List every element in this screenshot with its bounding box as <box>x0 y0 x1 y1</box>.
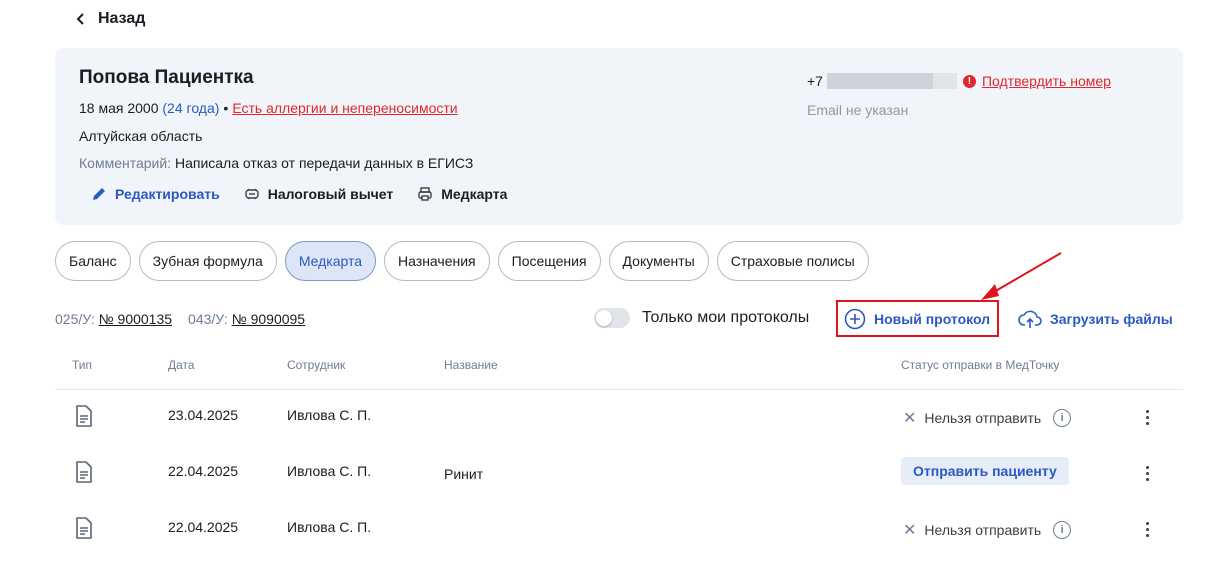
edit-button[interactable]: Редактировать <box>91 186 220 202</box>
phone-redacted <box>826 73 933 89</box>
row-employee: Ивлова С. П. <box>287 519 372 535</box>
row-menu-button[interactable] <box>1139 517 1155 541</box>
table-row[interactable]: 23.04.2025 Ивлова С. П. ✕ Нельзя отправи… <box>55 391 1183 447</box>
patient-card: Попова Пациентка 18 мая 2000 (24 года) • Е… <box>55 48 1183 225</box>
document-icon <box>76 461 92 483</box>
status-cannot-send: ✕ Нельзя отправить i <box>903 408 1072 428</box>
only-mine-label: Только мои протоколы <box>642 309 810 326</box>
header-status: Статус отправки в МедТочку <box>901 358 1060 372</box>
cloud-upload-icon <box>1018 310 1042 328</box>
confirm-phone-link[interactable]: Подтвердить номер <box>982 73 1111 89</box>
row-employee: Ивлова С. П. <box>287 407 372 423</box>
row-employee: Ивлова С. П. <box>287 463 372 479</box>
new-protocol-button[interactable]: Новый протокол <box>836 300 999 337</box>
document-icon <box>76 405 92 427</box>
row-menu-button[interactable] <box>1139 405 1155 429</box>
tab-visits[interactable]: Посещения <box>497 241 601 281</box>
upload-files-button[interactable]: Загрузить файлы <box>1018 308 1173 330</box>
tab-medcard[interactable]: Медкарта <box>284 241 377 281</box>
info-icon[interactable]: i <box>1053 521 1072 539</box>
card-actions: Редактировать Налоговый вычет Медкарта <box>91 186 531 202</box>
form-025-code: 025/У: <box>55 311 95 327</box>
header-date: Дата <box>168 358 195 372</box>
toggle-switch[interactable] <box>594 308 630 328</box>
phone-prefix: +7 <box>807 73 823 89</box>
send-to-patient-button[interactable]: Отправить пациенту <box>901 457 1069 485</box>
header-type: Тип <box>72 358 93 372</box>
row-menu-button[interactable] <box>1139 461 1155 485</box>
form-043-code: 043/У: <box>188 311 228 327</box>
print-medcard-button[interactable]: Медкарта <box>417 186 507 202</box>
medcard-numbers: 025/У: № 9000135 043/У: № 9090095 <box>55 311 305 327</box>
tab-documents[interactable]: Документы <box>608 241 709 281</box>
status-label: Нельзя отправить <box>924 522 1042 538</box>
info-icon[interactable]: i <box>1053 409 1072 427</box>
new-protocol-label: Новый протокол <box>874 310 991 327</box>
header-employee: Сотрудник <box>287 358 346 372</box>
close-icon: ✕ <box>903 522 917 539</box>
row-date: 22.04.2025 <box>168 463 239 479</box>
tab-dental-formula[interactable]: Зубная формула <box>138 241 277 281</box>
plus-circle-icon <box>844 308 866 329</box>
only-mine-toggle[interactable]: Только мои протоколы <box>594 308 809 328</box>
tab-bar: Баланс Зубная формула Медкарта Назначени… <box>55 241 869 281</box>
patient-name: Попова Пациентка <box>79 67 254 88</box>
patient-region: Алтуйская область <box>79 128 203 144</box>
tab-prescriptions[interactable]: Назначения <box>384 241 490 281</box>
pencil-icon <box>93 188 105 200</box>
close-icon: ✕ <box>903 410 917 427</box>
form-043-number[interactable]: № 9090095 <box>232 311 305 327</box>
tax-deduction-button[interactable]: Налоговый вычет <box>244 186 394 202</box>
row-date: 23.04.2025 <box>168 407 239 423</box>
email-status: Email не указан <box>807 102 909 118</box>
toggle-knob <box>596 310 612 326</box>
annotation-arrow <box>981 252 1062 300</box>
patient-comment: Комментарий: Написала отказ от передачи … <box>79 155 473 171</box>
patient-age: (24 года) <box>162 100 220 116</box>
phone-redacted-tail <box>932 73 957 89</box>
comment-text: Написала отказ от передачи данных в ЕГИС… <box>174 155 474 171</box>
header-name: Название <box>444 358 498 372</box>
chevron-left-icon <box>76 13 84 25</box>
status-label: Нельзя отправить <box>924 410 1042 426</box>
comment-label: Комментарий: <box>79 155 172 171</box>
tax-deduction-label: Налоговый вычет <box>267 186 394 202</box>
back-button[interactable]: Назад <box>74 10 145 28</box>
back-label: Назад <box>98 10 146 27</box>
print-medcard-label: Медкарта <box>441 186 508 202</box>
row-date: 22.04.2025 <box>168 519 239 535</box>
table-row[interactable]: 22.04.2025 Ивлова С. П. ✕ Нельзя отправи… <box>55 503 1183 559</box>
edit-label: Редактировать <box>115 186 220 202</box>
phone-row: +7 ! Подтвердить номер <box>807 73 1111 89</box>
upload-files-label: Загрузить файлы <box>1050 311 1173 327</box>
warning-icon: ! <box>962 74 976 88</box>
status-cannot-send: ✕ Нельзя отправить i <box>903 520 1072 540</box>
tax-deduction-icon <box>245 188 259 200</box>
patient-dob-line: 18 мая 2000 (24 года) • Есть аллергии и не… <box>79 100 458 116</box>
separator-dot: • <box>223 100 229 116</box>
row-name: Ринит <box>444 466 484 482</box>
tab-balance[interactable]: Баланс <box>55 241 131 281</box>
document-icon <box>76 517 92 539</box>
tab-insurance[interactable]: Страховые полисы <box>716 241 869 281</box>
patient-dob: 18 мая 2000 <box>79 100 159 116</box>
protocols-table-header: Тип Дата Сотрудник Название Статус отпра… <box>55 350 1183 390</box>
form-025-number[interactable]: № 9000135 <box>99 311 172 327</box>
table-row[interactable]: 22.04.2025 Ивлова С. П. Ринит Отправить … <box>55 447 1183 503</box>
printer-icon <box>418 187 432 201</box>
allergy-link[interactable]: Есть аллергии и непереносимости <box>232 100 457 116</box>
